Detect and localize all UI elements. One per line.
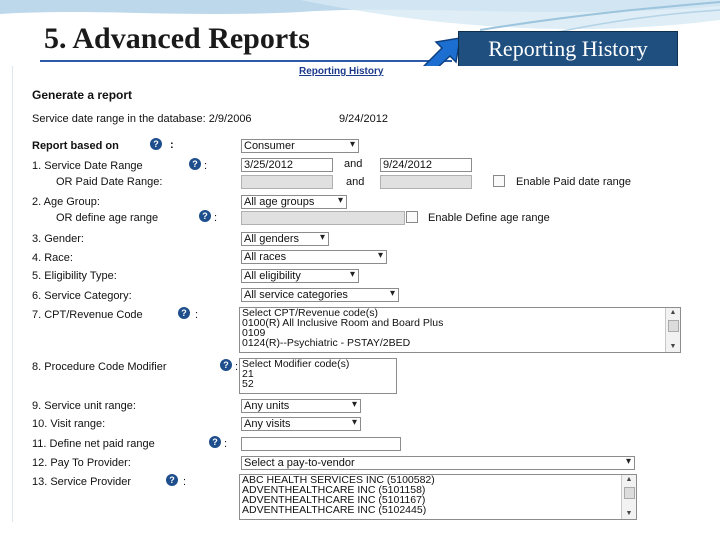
pay-to-provider-select[interactable]: Select a pay-to-vendor <box>241 456 635 470</box>
paid-date-to-input[interactable] <box>380 175 472 189</box>
colon: : <box>195 309 199 321</box>
service-unit-range-select[interactable]: Any units <box>241 399 361 413</box>
service-category-select[interactable]: All service categories <box>241 288 399 302</box>
enable-paid-date-label: Enable Paid date range <box>516 176 631 188</box>
service-date-to-input[interactable]: 9/24/2012 <box>380 158 472 172</box>
colon: : <box>224 438 228 450</box>
report-based-on-select[interactable]: Consumer <box>241 139 359 153</box>
help-icon[interactable]: ? <box>209 436 221 448</box>
date-range-end-text: 9/24/2012 <box>339 113 388 125</box>
colon: : <box>204 160 208 172</box>
procedure-code-modifier-label: 8. Procedure Code Modifier <box>32 361 167 373</box>
report-form-screenshot: Reporting History Generate a report Serv… <box>12 66 685 522</box>
cpt-revenue-code-label: 7. CPT/Revenue Code <box>32 309 143 321</box>
race-label: 4. Race: <box>32 252 73 264</box>
reporting-history-link[interactable]: Reporting History <box>299 66 383 77</box>
slide-title: 5. Advanced Reports <box>44 22 310 55</box>
enable-define-age-label: Enable Define age range <box>428 212 550 224</box>
visit-range-label: 10. Visit range: <box>32 418 106 430</box>
gender-select[interactable]: All genders <box>241 232 329 246</box>
help-icon[interactable]: ? <box>199 210 211 222</box>
define-age-range-label: OR define age range <box>56 212 159 224</box>
net-paid-range-input[interactable] <box>241 437 401 451</box>
help-icon[interactable]: ? <box>166 474 178 486</box>
help-icon[interactable]: ? <box>220 359 232 371</box>
age-group-select[interactable]: All age groups <box>241 195 347 209</box>
list-item[interactable]: 0100(R) All Inclusive Room and Board Plu… <box>240 318 680 329</box>
service-provider-label: 13. Service Provider <box>32 476 132 488</box>
scroll-down-icon[interactable]: ▼ <box>622 509 636 519</box>
service-unit-range-label: 9. Service unit range: <box>32 400 136 412</box>
scrollbar-thumb[interactable] <box>668 320 679 332</box>
colon: : <box>170 139 174 151</box>
help-icon[interactable]: ? <box>178 307 190 319</box>
and-text: and <box>344 158 363 170</box>
scrollbar[interactable]: ▲ ▼ <box>665 308 680 352</box>
eligibility-type-label: 5. Eligibility Type: <box>32 270 117 282</box>
paid-date-from-input[interactable] <box>241 175 333 189</box>
colon: : <box>183 476 187 488</box>
age-group-label: 2. Age Group: <box>32 196 100 208</box>
pay-to-provider-label: 12. Pay To Provider: <box>32 457 131 469</box>
help-icon[interactable]: ? <box>189 158 201 170</box>
form-heading: Generate a report <box>32 88 133 102</box>
scrollbar-thumb[interactable] <box>624 487 635 499</box>
service-provider-list[interactable]: ABC HEALTH SERVICES INC (5100582) ADVENT… <box>239 474 637 520</box>
list-item[interactable]: ADVENTHEALTHCARE INC (5102445) <box>240 505 636 516</box>
reporting-history-callout: Reporting History <box>458 31 678 67</box>
net-paid-range-label: 11. Define net paid range <box>32 438 155 450</box>
colon: : <box>214 212 218 224</box>
report-based-on-label: Report based on <box>32 140 119 152</box>
service-date-from-input[interactable]: 3/25/2012 <box>241 158 333 172</box>
paid-date-range-label: OR Paid Date Range: <box>56 176 163 188</box>
age-range-input[interactable] <box>241 211 405 225</box>
enable-define-age-checkbox[interactable] <box>406 211 418 223</box>
colon: : <box>235 361 239 373</box>
scrollbar[interactable]: ▲ ▼ <box>621 475 636 519</box>
scroll-up-icon[interactable]: ▲ <box>666 308 680 318</box>
gender-label: 3. Gender: <box>32 233 84 245</box>
enable-paid-date-checkbox[interactable] <box>493 175 505 187</box>
scroll-down-icon[interactable]: ▼ <box>666 342 680 352</box>
race-select[interactable]: All races <box>241 250 387 264</box>
list-item[interactable]: 52 <box>240 379 396 390</box>
and-text: and <box>346 176 365 188</box>
service-date-range-label: 1. Service Date Range <box>32 160 143 172</box>
list-item[interactable]: Select Modifier code(s) <box>240 359 396 369</box>
date-range-text: Service date range in the database: 2/9/… <box>32 113 252 125</box>
modifier-code-list[interactable]: Select Modifier code(s) 21 52 <box>239 358 397 394</box>
help-icon[interactable]: ? <box>150 138 162 150</box>
list-item[interactable]: 0124(R)--Psychiatric - PSTAY/2BED <box>240 338 680 349</box>
service-category-label: 6. Service Category: <box>32 290 132 302</box>
title-underline <box>40 60 452 62</box>
cpt-revenue-code-list[interactable]: Select CPT/Revenue code(s) 0100(R) All I… <box>239 307 681 353</box>
visit-range-select[interactable]: Any visits <box>241 417 361 431</box>
list-item[interactable]: 21 <box>240 369 396 380</box>
eligibility-type-select[interactable]: All eligibility <box>241 269 359 283</box>
scroll-up-icon[interactable]: ▲ <box>622 475 636 485</box>
